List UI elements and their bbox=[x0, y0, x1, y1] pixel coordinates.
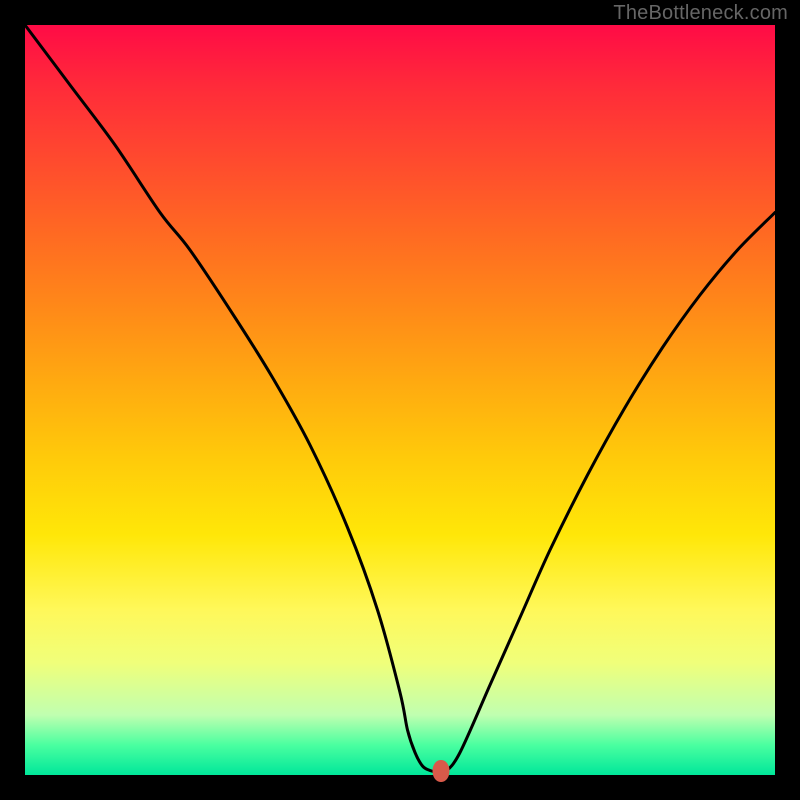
bottleneck-curve bbox=[25, 25, 775, 774]
chart-frame: TheBottleneck.com bbox=[0, 0, 800, 800]
curve-svg bbox=[25, 25, 775, 775]
watermark-text: TheBottleneck.com bbox=[613, 2, 788, 25]
min-marker bbox=[433, 760, 450, 782]
plot-area bbox=[25, 25, 775, 775]
